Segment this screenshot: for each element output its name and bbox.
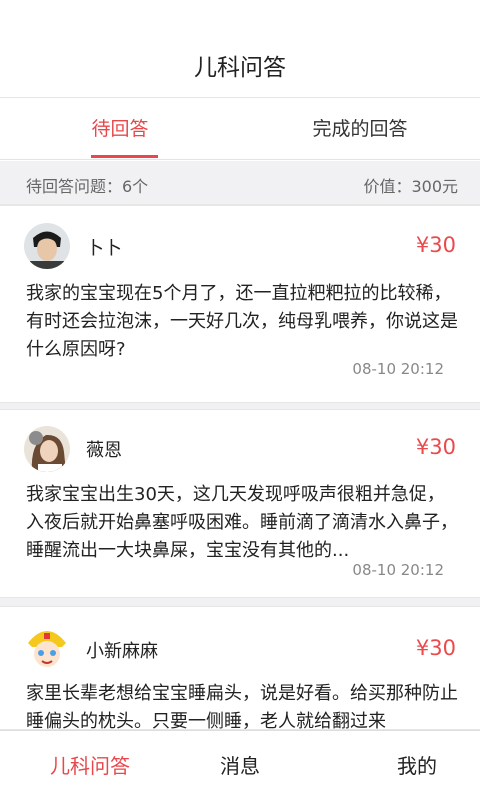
username: 小新麻麻 (86, 641, 158, 662)
username: 卜卜 (86, 238, 122, 259)
avatar (24, 223, 70, 269)
avatar (24, 426, 70, 472)
avatar (24, 625, 70, 671)
card-divider (0, 598, 480, 606)
nav-item-pediatric-qa[interactable]: 儿科问答 (30, 731, 150, 800)
question-text: 我家的宝宝现在5个月了，还一直拉粑粑拉的比较稀，有时还会拉泡沫，一天好几次，纯母… (26, 283, 458, 360)
reward-price: ¥30 (415, 636, 456, 660)
timestamp: 08-10 20:12 (352, 360, 444, 378)
tab-bar: 待回答 完成的回答 (0, 98, 480, 160)
nav-item-messages[interactable]: 消息 (190, 731, 290, 800)
pending-count: 待回答问题：6个 (26, 177, 149, 196)
username: 薇恩 (86, 440, 122, 461)
total-value: 价值：300元 (363, 177, 458, 196)
reward-price: ¥30 (415, 233, 456, 257)
summary-bar: 待回答问题：6个 价值：300元 (0, 161, 480, 205)
question-text: 家里长辈老想给宝宝睡扁头，说是好看。给买那种防止睡偏头的枕头。只要一侧睡，老人就… (26, 683, 458, 730)
active-tab-indicator (91, 155, 158, 158)
nav-item-me[interactable]: 我的 (372, 731, 462, 800)
question-card[interactable]: 小新麻麻 ¥30 家里长辈老想给宝宝睡扁头，说是好看。给买那种防止睡偏头的枕头。… (0, 606, 480, 730)
bottom-navigation: 儿科问答 消息 我的 (0, 730, 480, 800)
timestamp: 08-10 20:12 (352, 561, 444, 579)
reward-price: ¥30 (415, 435, 456, 459)
question-card[interactable]: 薇恩 ¥30 我家宝宝出生30天，这几天发现呼吸声很粗并急促，入夜后就开始鼻塞呼… (0, 409, 480, 598)
question-text: 我家宝宝出生30天，这几天发现呼吸声很粗并急促，入夜后就开始鼻塞呼吸困难。睡前滴… (26, 484, 458, 561)
page-title: 儿科问答 (194, 55, 286, 81)
tab-pending[interactable]: 待回答 (0, 98, 240, 160)
tab-completed[interactable]: 完成的回答 (240, 98, 480, 160)
question-card[interactable]: 卜卜 ¥30 我家的宝宝现在5个月了，还一直拉粑粑拉的比较稀，有时还会拉泡沫，一… (0, 205, 480, 403)
app-header: 儿科问答 (0, 0, 480, 98)
